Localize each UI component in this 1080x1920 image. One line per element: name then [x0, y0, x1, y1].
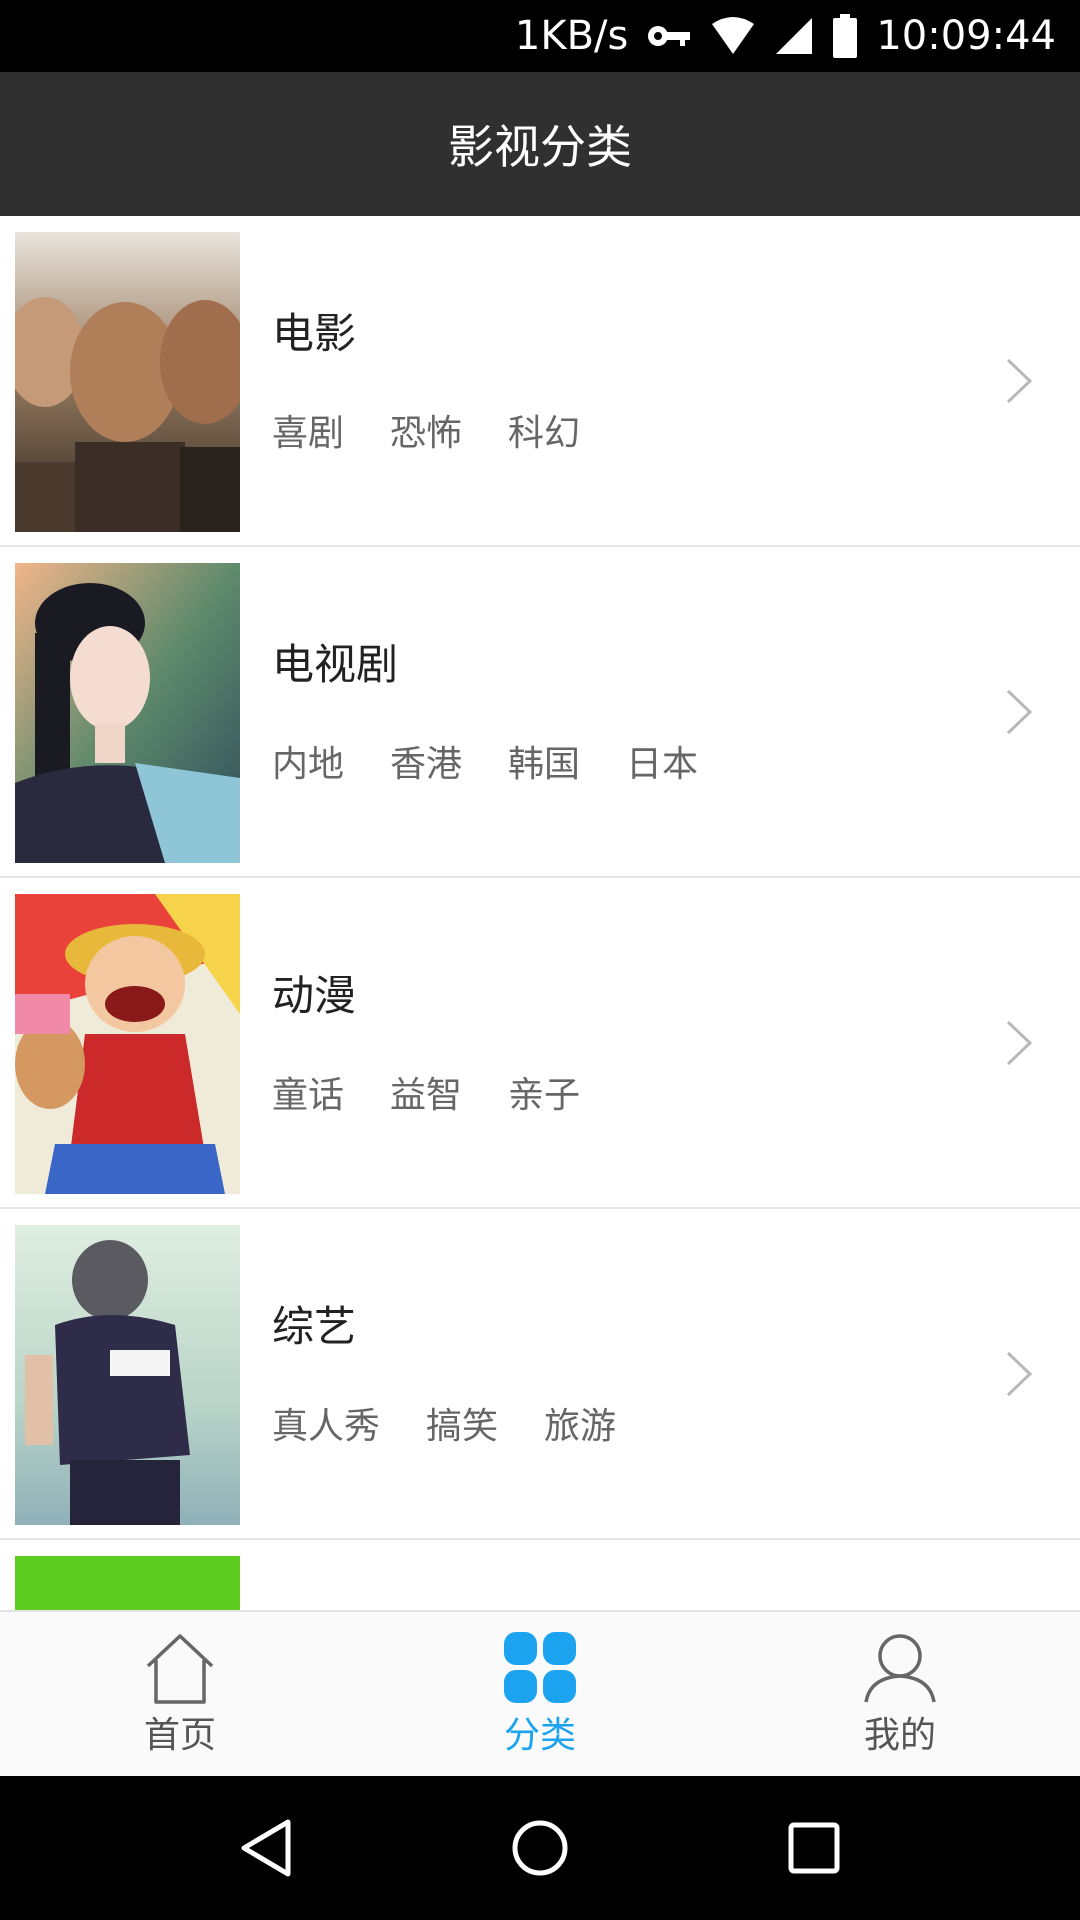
tab-category[interactable]: 分类	[360, 1612, 720, 1776]
category-title: 电视剧	[272, 640, 399, 689]
list-item-tv-drama[interactable]: 电视剧 内地 香港 韩国 日本	[0, 547, 1080, 878]
anime-poster-thumbnail	[15, 894, 240, 1194]
category-tags: 真人秀 搞笑 旅游	[272, 1397, 616, 1449]
system-nav-bar	[0, 1776, 1080, 1920]
category-tags: 喜剧 恐怖 科幻	[272, 404, 580, 456]
movie-poster-thumbnail	[15, 232, 240, 532]
cell-signal-icon	[774, 16, 814, 56]
wifi-icon	[710, 16, 756, 56]
back-triangle-icon[interactable]	[238, 1818, 294, 1878]
tag[interactable]: 童话	[272, 1066, 344, 1118]
status-bar: 1KB/s 10:09:44	[0, 0, 1080, 72]
category-title: 电影	[272, 309, 357, 358]
tab-label: 分类	[503, 1715, 576, 1756]
list-item-anime[interactable]: 动漫 童话 益智 亲子	[0, 878, 1080, 1209]
category-title: 动漫	[272, 971, 357, 1020]
tab-label: 我的	[863, 1715, 936, 1756]
chevron-right-icon	[1006, 1020, 1033, 1066]
tag[interactable]: 日本	[626, 735, 698, 787]
home-icon	[146, 1634, 214, 1704]
tag[interactable]: 香港	[390, 735, 462, 787]
tab-home[interactable]: 首页	[0, 1612, 360, 1776]
screen: 1KB/s 10:09:44 影视分类 电影 喜剧 恐怖 科幻 电视剧 内地 香…	[0, 0, 1080, 1920]
page-title: 影视分类	[448, 120, 632, 174]
partial-poster-thumbnail	[15, 1556, 240, 1610]
category-list[interactable]: 电影 喜剧 恐怖 科幻 电视剧 内地 香港 韩国 日本 动漫 童话 益智 亲子 …	[0, 216, 1080, 1610]
clock: 10:09:44	[876, 13, 1056, 59]
tag[interactable]: 益智	[390, 1066, 462, 1118]
bottom-nav: 首页 分类 我的	[0, 1610, 1080, 1776]
tag[interactable]: 搞笑	[426, 1397, 498, 1449]
tv-drama-poster-thumbnail	[15, 563, 240, 863]
tag[interactable]: 喜剧	[272, 404, 344, 456]
tab-profile[interactable]: 我的	[720, 1612, 1080, 1776]
chevron-right-icon	[1006, 1351, 1033, 1397]
list-item-variety[interactable]: 综艺 真人秀 搞笑 旅游	[0, 1209, 1080, 1540]
category-tags: 内地 香港 韩国 日本	[272, 735, 698, 787]
home-circle-icon[interactable]	[510, 1818, 570, 1878]
network-speed: 1KB/s	[514, 13, 629, 59]
tag[interactable]: 恐怖	[390, 404, 462, 456]
person-icon	[864, 1634, 936, 1703]
tag[interactable]: 亲子	[508, 1066, 580, 1118]
grid-icon	[504, 1632, 576, 1703]
tag[interactable]: 旅游	[544, 1397, 616, 1449]
chevron-right-icon	[1006, 358, 1033, 404]
list-item-movie[interactable]: 电影 喜剧 恐怖 科幻	[0, 216, 1080, 547]
chevron-right-icon	[1006, 689, 1033, 735]
recents-square-icon[interactable]	[786, 1820, 842, 1876]
tag[interactable]: 内地	[272, 735, 344, 787]
vpn-key-icon	[646, 21, 692, 51]
tab-label: 首页	[143, 1715, 216, 1756]
variety-show-poster-thumbnail	[15, 1225, 240, 1525]
app-bar: 影视分类	[0, 72, 1080, 216]
category-tags: 童话 益智 亲子	[272, 1066, 580, 1118]
category-title: 综艺	[272, 1302, 357, 1351]
battery-icon	[832, 14, 858, 58]
tag[interactable]: 韩国	[508, 735, 580, 787]
tag[interactable]: 真人秀	[272, 1397, 380, 1449]
tag[interactable]: 科幻	[508, 404, 580, 456]
list-item-partial[interactable]	[0, 1540, 1080, 1610]
